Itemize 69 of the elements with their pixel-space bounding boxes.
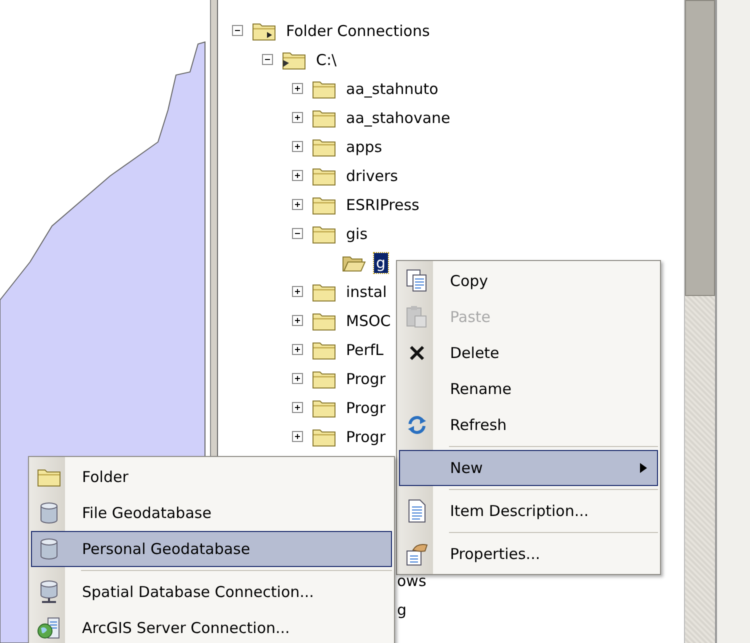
expand-icon[interactable] (292, 373, 303, 384)
scrollbar[interactable] (684, 0, 715, 643)
database-connection-icon (39, 580, 59, 604)
tree-item[interactable]: apps (344, 136, 384, 156)
expand-icon[interactable] (292, 402, 303, 413)
collapse-icon[interactable] (262, 54, 273, 65)
properties-icon (405, 542, 429, 566)
menu-item[interactable]: New (399, 450, 658, 486)
tree-item[interactable]: MSOC (344, 310, 393, 330)
tree-item[interactable]: Folder Connections (284, 20, 432, 40)
tree-item[interactable]: gis (344, 224, 370, 244)
database-icon (39, 502, 59, 524)
folder-icon (312, 340, 336, 360)
menu-item[interactable]: Spatial Database Connection... (31, 574, 392, 610)
tree-item[interactable]: drivers (344, 166, 400, 186)
folder-icon (312, 282, 336, 302)
collapse-icon[interactable] (292, 228, 303, 239)
expand-icon[interactable] (292, 83, 303, 94)
menu-item[interactable]: Delete (399, 335, 658, 371)
folder-icon (312, 310, 336, 330)
folder-icon (312, 108, 336, 128)
expand-icon[interactable] (292, 112, 303, 123)
tree-item[interactable]: PerfL (344, 340, 386, 360)
expand-icon[interactable] (292, 170, 303, 181)
database-icon (39, 538, 59, 560)
refresh-icon (407, 415, 427, 435)
folder-icon (312, 136, 336, 156)
tree-item[interactable]: aa_stahovane (344, 108, 452, 128)
copy-icon (406, 269, 428, 293)
folder-icon (312, 398, 336, 418)
menu-item[interactable]: Item Description... (399, 493, 658, 529)
folder-icon (282, 50, 306, 70)
delete-icon (409, 345, 425, 361)
menu-item[interactable]: Refresh (399, 407, 658, 443)
menu-item[interactable]: File Geodatabase (31, 495, 392, 531)
tree-item[interactable]: Progr (344, 398, 388, 418)
tree-item[interactable]: g (374, 252, 388, 272)
clipboard-icon (406, 305, 428, 329)
expand-icon[interactable] (292, 199, 303, 210)
folder-icon (312, 166, 336, 186)
expand-icon[interactable] (292, 431, 303, 442)
folder-icon (312, 194, 336, 214)
folder-icon (252, 20, 276, 40)
tree-item[interactable]: Progr (344, 368, 388, 388)
folder-icon (312, 368, 336, 388)
menu-item[interactable]: Personal Geodatabase (31, 531, 392, 567)
tree-item[interactable]: g (397, 596, 407, 625)
menu-item[interactable]: Properties... (399, 536, 658, 572)
folder-icon (37, 467, 61, 487)
submenu-arrow-icon (640, 463, 647, 473)
expand-icon[interactable] (292, 141, 303, 152)
tree-item[interactable]: aa_stahnuto (344, 78, 440, 98)
folder-icon (312, 426, 336, 446)
menu-item[interactable]: ArcGIS Server Connection... (31, 610, 392, 643)
tree-item[interactable]: C:\ (314, 50, 339, 70)
folder-icon (312, 224, 336, 244)
document-icon (407, 499, 427, 523)
globe-server-icon (37, 617, 61, 639)
folder-icon (312, 78, 336, 98)
tree-item[interactable]: instal (344, 282, 389, 302)
menu-item[interactable]: Rename (399, 371, 658, 407)
tree-item[interactable]: ESRIPress (344, 194, 422, 214)
expand-icon[interactable] (292, 344, 303, 355)
tree-item[interactable]: Progr (344, 426, 388, 446)
expand-icon[interactable] (292, 315, 303, 326)
expand-icon[interactable] (292, 286, 303, 297)
menu-item[interactable]: Folder (31, 459, 392, 495)
collapse-icon[interactable] (232, 25, 243, 36)
menu-item[interactable]: Copy (399, 263, 658, 299)
